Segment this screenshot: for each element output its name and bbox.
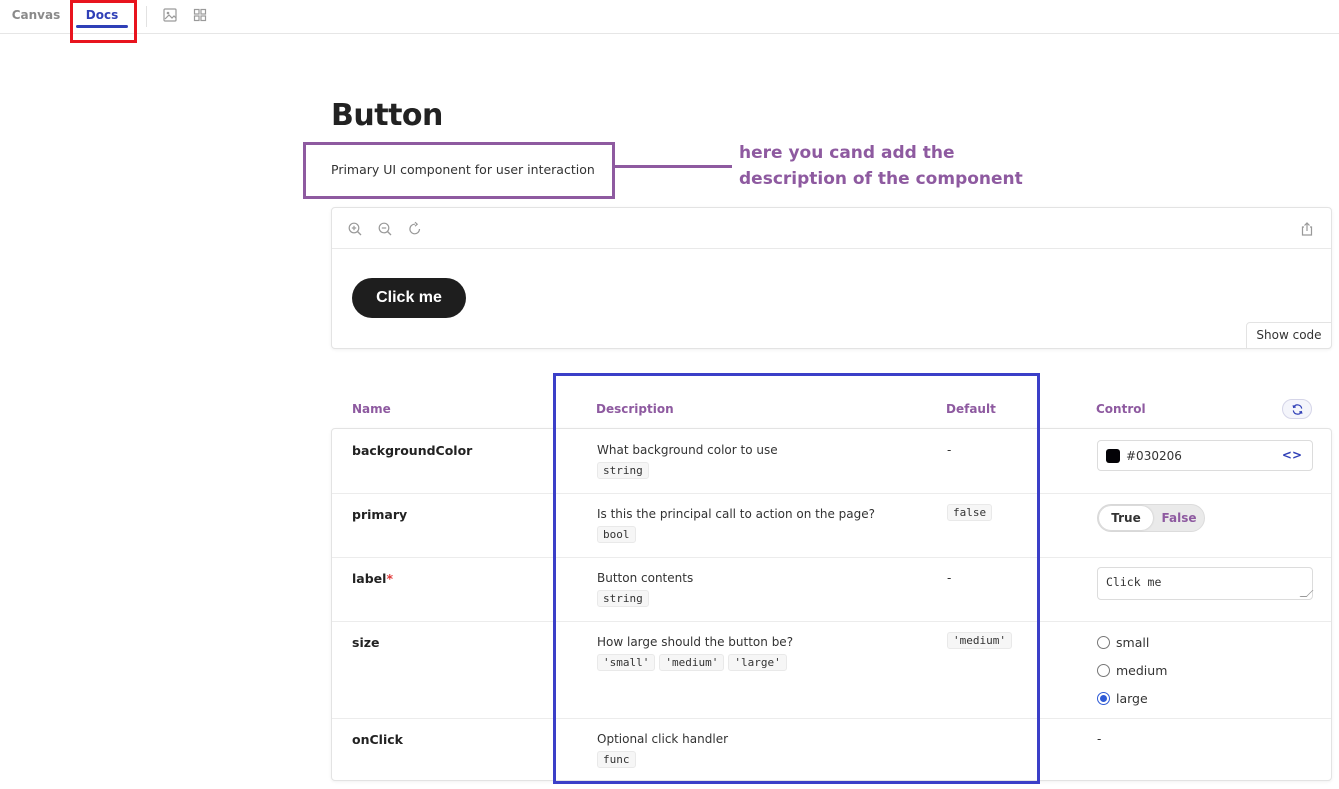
color-value: #030206	[1126, 449, 1182, 463]
arg-name: backgroundColor	[352, 443, 473, 458]
radio-button[interactable]	[1097, 664, 1110, 677]
annotation-note: here you cand add the description of the…	[739, 143, 1023, 189]
reset-controls-button[interactable]	[1282, 399, 1312, 419]
label-text-field[interactable]: Click me	[1097, 567, 1314, 600]
color-swatch[interactable]	[1106, 449, 1120, 463]
share-icon[interactable]	[1299, 221, 1315, 237]
arg-name: primary	[352, 507, 408, 522]
toggle-false-option[interactable]: False	[1156, 506, 1202, 530]
required-marker: *	[386, 571, 393, 586]
toolbar: Canvas Docs	[0, 0, 1339, 34]
boolean-toggle[interactable]: True False	[1097, 504, 1205, 532]
arg-name: onClick	[352, 732, 403, 747]
image-icon[interactable]	[162, 7, 178, 23]
description-column-highlight	[553, 373, 1040, 784]
toolbar-divider	[146, 6, 147, 27]
code-toggle-icon[interactable]: <>	[1282, 448, 1302, 462]
toggle-true-option[interactable]: True	[1099, 506, 1153, 530]
header-control: Control	[1096, 402, 1146, 416]
arg-name-text: label	[352, 571, 387, 586]
component-description: Primary UI component for user interactio…	[331, 162, 595, 177]
no-control: -	[1097, 732, 1102, 746]
story-preview: Click me Show code	[331, 207, 1332, 349]
grid-icon[interactable]	[192, 7, 208, 23]
preview-toolbar	[332, 208, 1331, 249]
preview-click-me-button[interactable]: Click me	[352, 278, 466, 318]
tab-canvas[interactable]: Canvas	[6, 0, 66, 34]
zoom-out-icon[interactable]	[377, 221, 393, 237]
arg-name: size	[352, 635, 380, 650]
radio-label: small	[1116, 635, 1150, 650]
page-title: Button	[331, 98, 443, 133]
arg-name: label*	[352, 571, 393, 586]
radio-button-selected[interactable]	[1097, 692, 1110, 705]
radio-label: medium	[1116, 663, 1168, 678]
color-control[interactable]: #030206 <>	[1097, 440, 1313, 471]
radio-button[interactable]	[1097, 636, 1110, 649]
radio-label: large	[1116, 691, 1148, 706]
reset-zoom-icon[interactable]	[407, 221, 423, 237]
refresh-icon	[1292, 404, 1303, 415]
label-text-value: Click me	[1106, 575, 1162, 589]
header-name: Name	[352, 402, 391, 416]
annotation-connector	[615, 165, 732, 168]
zoom-in-icon[interactable]	[347, 221, 363, 237]
docs-tab-highlight	[70, 0, 137, 43]
resize-handle-icon[interactable]	[1299, 590, 1314, 597]
show-code-button[interactable]: Show code	[1246, 322, 1332, 349]
